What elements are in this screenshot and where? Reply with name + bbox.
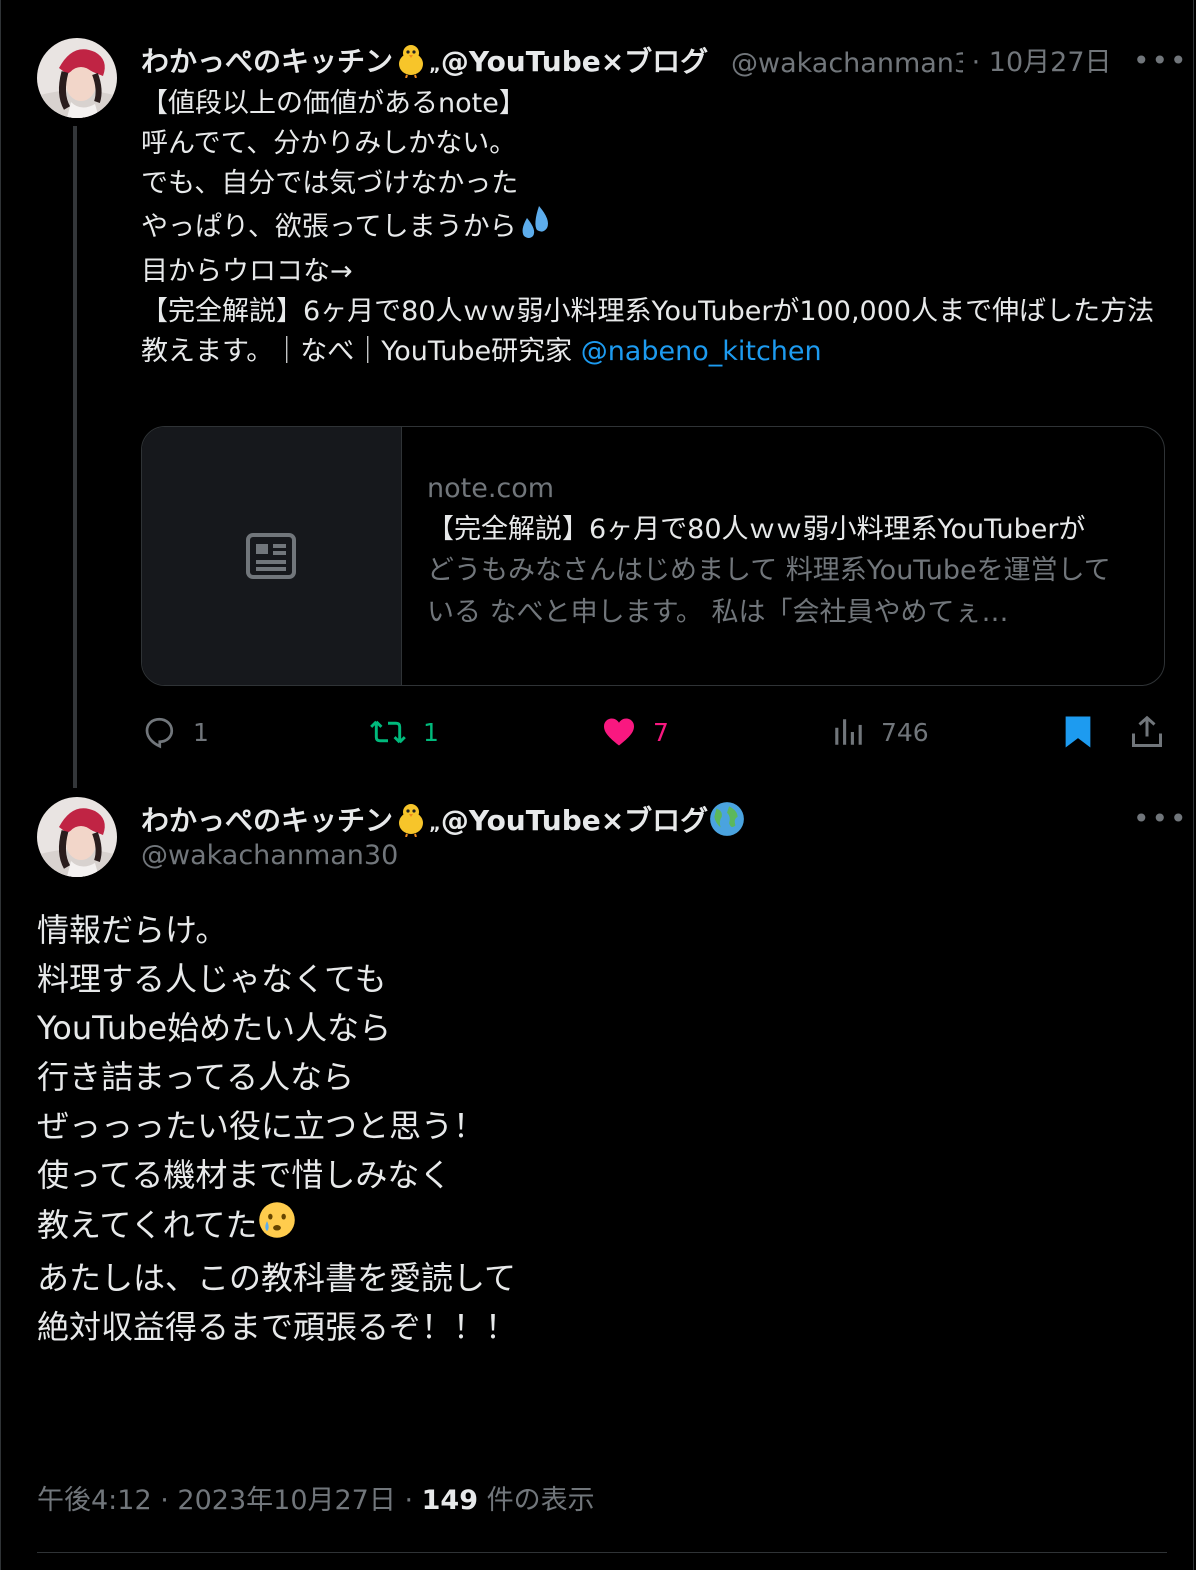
tweet-date[interactable]: 10月27日	[989, 47, 1112, 78]
reply-icon	[145, 717, 174, 749]
tweet-text-line: 絶対収益得るまで頑張るぞ！！！	[37, 1308, 518, 1346]
tweet-text: 情報だらけ。 料理する人じゃなくても YouTube始めたい人なら 行き詰まって…	[37, 906, 1167, 1352]
retweet-icon	[370, 720, 406, 744]
footer-separator: ·	[404, 1485, 414, 1516]
more-options-button[interactable]: •••	[1133, 44, 1189, 77]
card-description: どうもみなさんはじめまして 料理系YouTubeを運営している なべと申します。…	[427, 555, 1111, 628]
link-preview-card[interactable]: note.com 【完全解説】6ヶ月で80人ｗｗ弱小料理系YouTuberが ど…	[141, 426, 1165, 686]
more-options-button[interactable]: •••	[1133, 802, 1189, 835]
chick-emoji-icon	[393, 42, 429, 85]
author-name[interactable]: わかっぺのキッチン „@YouTube×ブログ	[141, 799, 746, 845]
tweet-full-date[interactable]: 2023年10月27日	[177, 1485, 395, 1516]
tweet-timestamp-row: 午後4:12 · 2023年10月27日 · 149 件の表示	[37, 1478, 595, 1517]
author-name-text: わかっぺのキッチン	[141, 45, 394, 78]
bookmark-filled-icon	[1065, 716, 1091, 748]
tweet-text-line: 【値段以上の価値があるnote】	[141, 88, 526, 119]
share-icon	[1132, 715, 1162, 747]
card-thumbnail	[142, 427, 402, 685]
retweet-count: 1	[423, 717, 439, 747]
retweet-button[interactable]: 1	[369, 712, 439, 752]
tweet-text-line: 使ってる機材まで惜しみなく	[37, 1156, 452, 1194]
footer-separator: ·	[160, 1485, 169, 1516]
card-domain: note.com	[427, 473, 555, 504]
author-name-text: わかっぺのキッチン	[141, 804, 394, 837]
reply-button[interactable]: 1	[141, 712, 209, 752]
crying-face-emoji-icon	[257, 1200, 297, 1254]
tweet-text-line: やっぱり、欲張ってしまうから	[141, 211, 517, 243]
analytics-icon	[835, 719, 862, 745]
divider	[37, 1552, 1167, 1553]
newspaper-icon	[246, 533, 296, 579]
heart-filled-icon	[604, 718, 634, 746]
globe-emoji-icon	[708, 800, 746, 845]
tweet-text: 【値段以上の価値があるnote】 呼んでて、分かりみしかない。 でも、自分では気…	[141, 84, 1171, 372]
tweet-text-line: 呼んでて、分かりみしかない。	[141, 128, 517, 159]
author-name-suffix: @YouTube×ブログ	[440, 45, 709, 78]
author-name[interactable]: わかっぺのキッチン „@YouTube×ブログ	[141, 40, 708, 85]
thread-connector-line	[73, 126, 77, 788]
tweet-meta: @wakachanman3 · 10月27日	[731, 40, 1112, 79]
card-body: note.com 【完全解説】6ヶ月で80人ｗｗ弱小料理系YouTuberが ど…	[427, 473, 1137, 634]
author-name-suffix: @YouTube×ブログ	[440, 804, 709, 837]
meta-separator: ·	[971, 47, 981, 78]
card-title: 【完全解説】6ヶ月で80人ｗｗ弱小料理系YouTuberが	[427, 514, 1086, 545]
tweet-text-line: でも、自分では気づけなかった	[141, 168, 519, 199]
like-button[interactable]: 7	[601, 712, 669, 752]
reply-count: 1	[193, 717, 209, 747]
share-button[interactable]	[1129, 712, 1165, 752]
tweet-text-line: YouTube始めたい人なら	[37, 1009, 392, 1047]
tweet-text-line: 情報だらけ。	[37, 911, 228, 949]
tweet-text-line: 教えてくれてた	[37, 1206, 258, 1244]
chick-emoji-icon	[393, 801, 429, 844]
bookmark-button[interactable]	[1061, 712, 1095, 752]
like-count: 7	[653, 717, 669, 747]
views-count: 149	[421, 1485, 479, 1516]
view-count: 746	[881, 717, 929, 747]
tweet-text-line: 料理する人じゃなくても	[37, 960, 387, 998]
tweet-text-line: 行き詰まってる人なら	[37, 1058, 355, 1096]
avatar[interactable]	[37, 38, 117, 118]
mention-link[interactable]: @nabeno_kitchen	[581, 336, 822, 367]
tweet-time[interactable]: 午後4:12	[37, 1485, 152, 1516]
tweet-text-line: 目からウロコな→	[141, 256, 353, 287]
views-button[interactable]: 746	[831, 712, 929, 752]
tweet-text-line: ぜっっったい役に立つと思う！	[37, 1107, 486, 1145]
sweat-droplets-emoji-icon	[517, 204, 553, 252]
author-handle[interactable]: @wakachanman30	[141, 840, 398, 871]
views-label: 件の表示	[486, 1485, 595, 1516]
author-handle[interactable]: @wakachanman3	[731, 48, 963, 79]
tweet-text-line: あたしは、この教科書を愛読して	[37, 1259, 517, 1297]
tweet-thread: わかっぺのキッチン „@YouTube×ブログ @wakachanman3 · 1…	[0, 0, 1194, 1570]
avatar[interactable]	[37, 797, 117, 877]
